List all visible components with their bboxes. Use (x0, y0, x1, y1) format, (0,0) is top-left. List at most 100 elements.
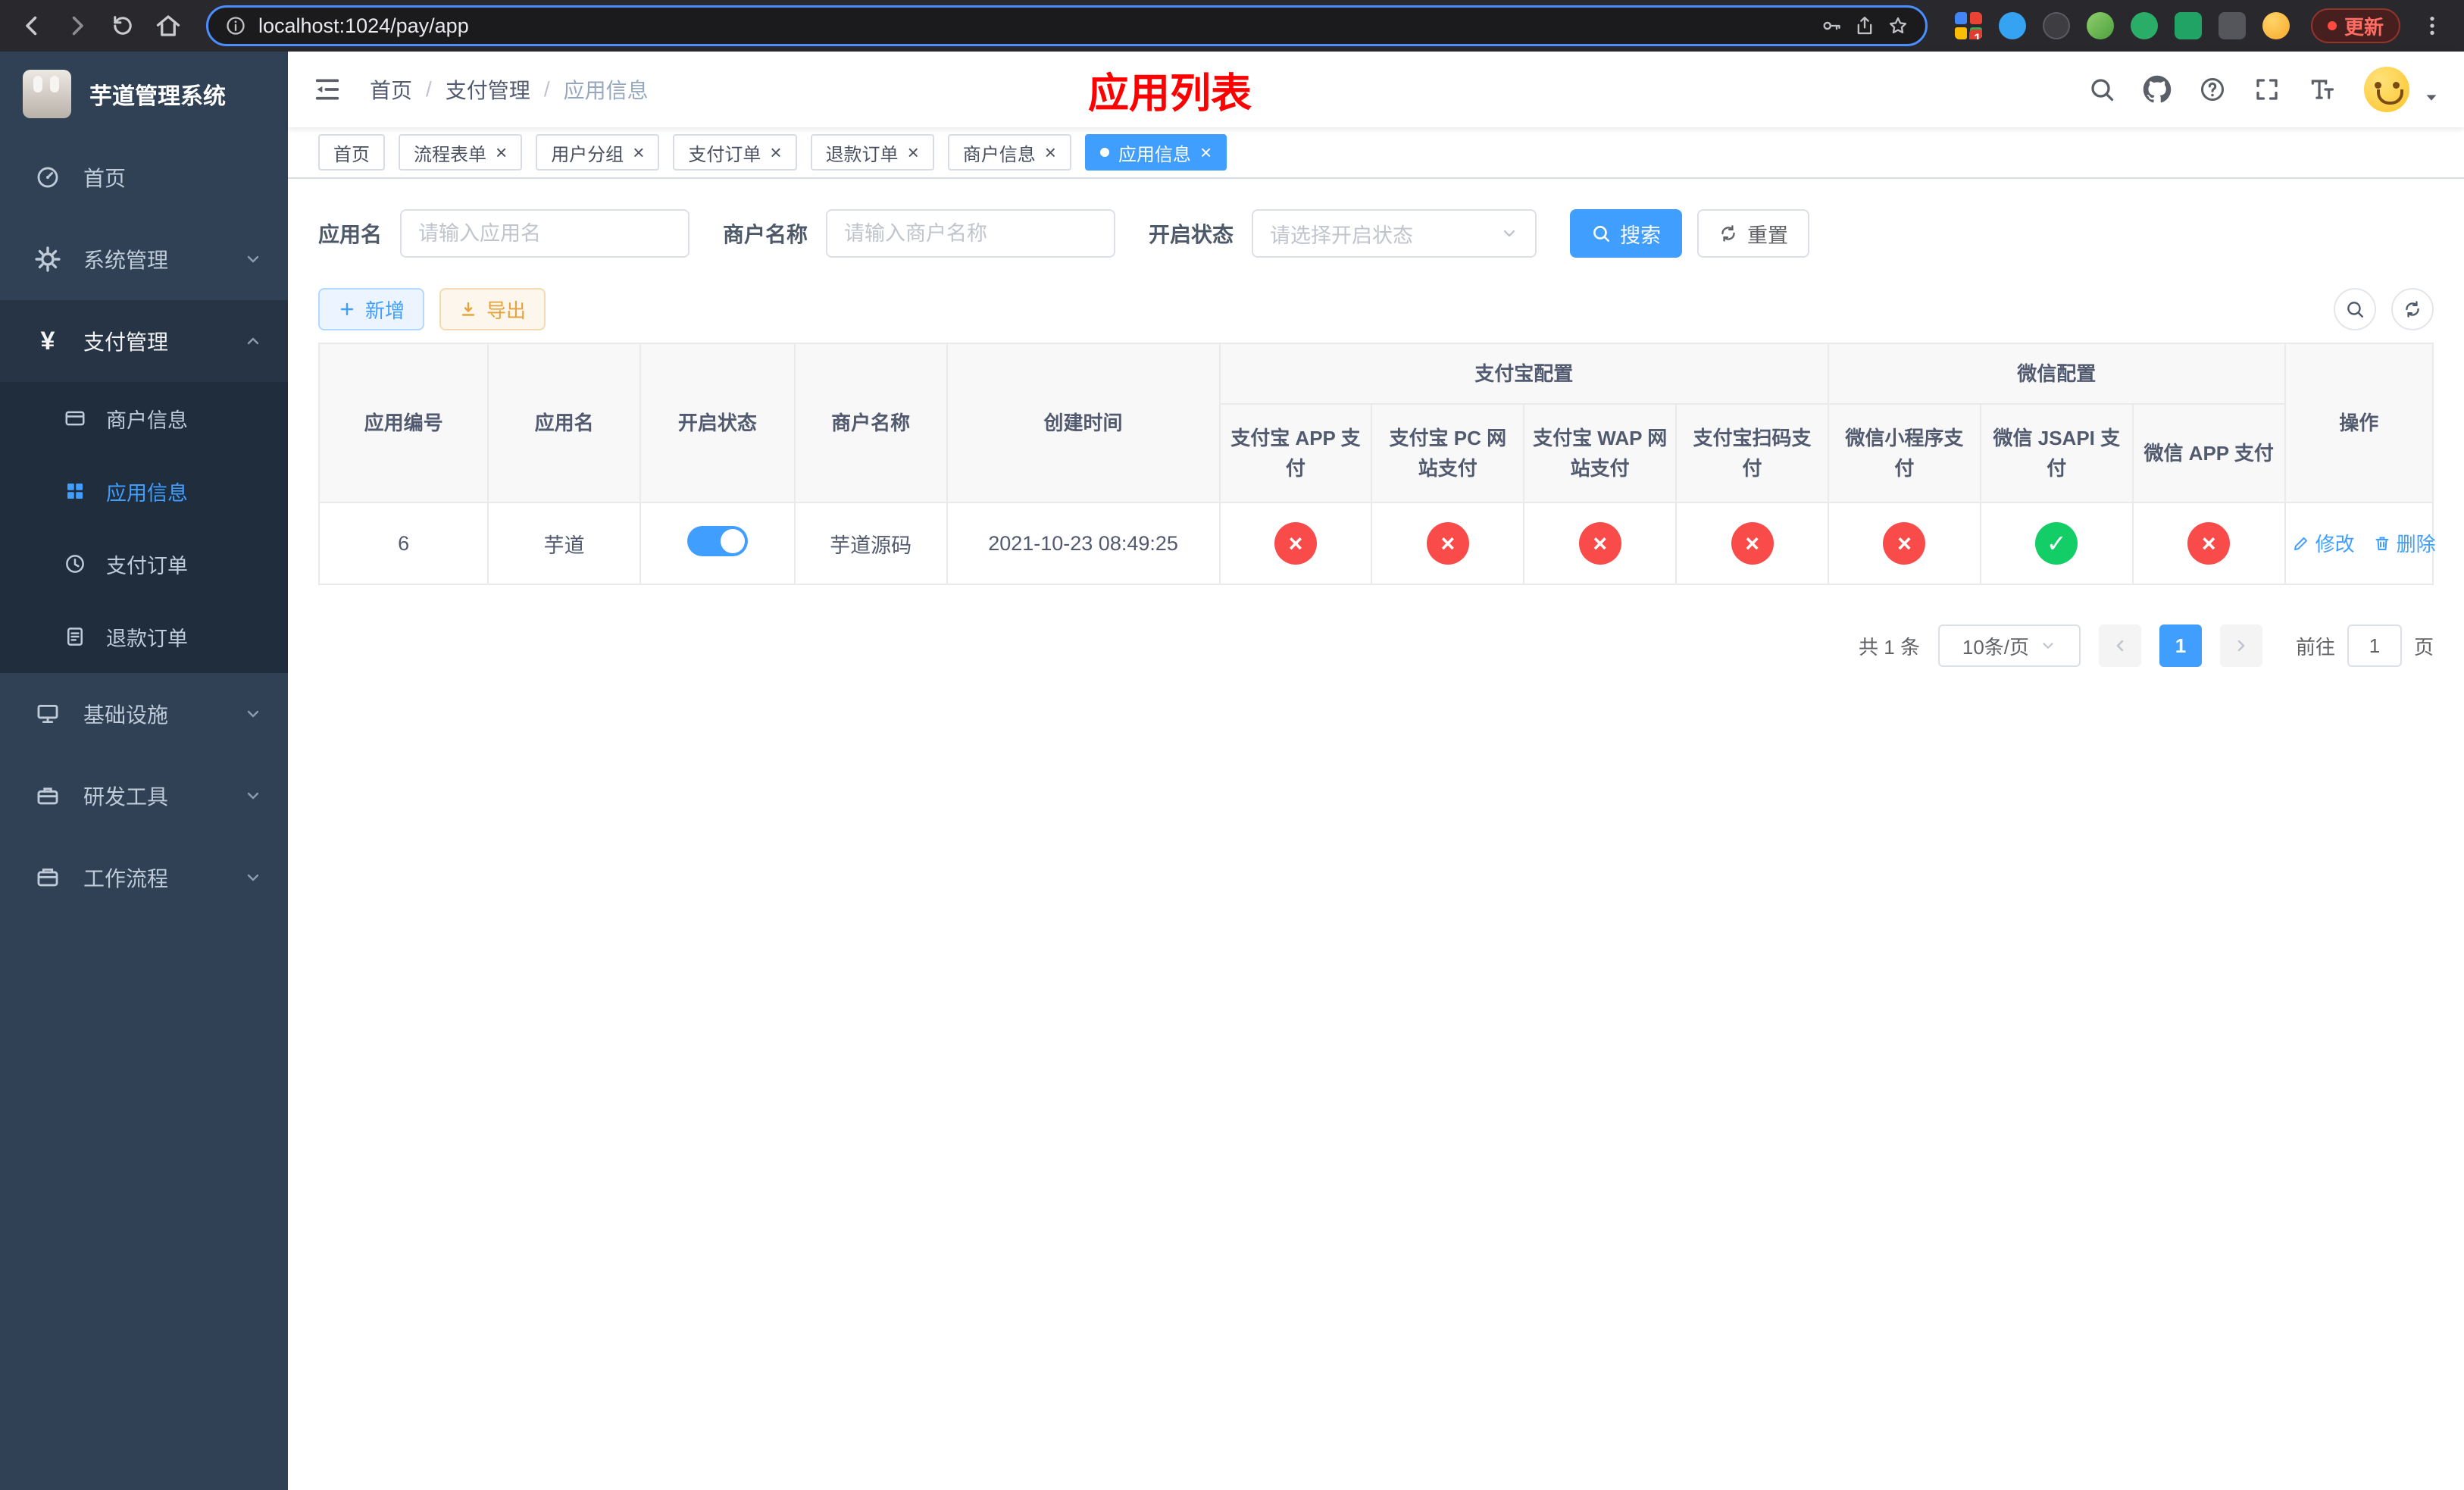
pagination: 共 1 条 10条/页 1 前往 页 (318, 624, 2434, 667)
tab-refund-order[interactable]: 退款订单 × (810, 134, 934, 171)
reset-button[interactable]: 重置 (1697, 209, 1810, 258)
font-size-icon[interactable] (2308, 75, 2337, 104)
home-icon (156, 15, 180, 36)
fullscreen-icon[interactable] (2253, 76, 2281, 103)
tab-process-form[interactable]: 流程表单 × (399, 134, 523, 171)
alipay-wap-status-icon: × (1578, 522, 1621, 565)
next-page-button[interactable] (2219, 624, 2262, 667)
emoji-extension-icon[interactable] (2262, 12, 2290, 39)
sidebar-item-label: 退款订单 (106, 627, 188, 650)
sidebar-item-app-info[interactable]: 应用信息 (0, 455, 288, 527)
sidebar-item-label: 研发工具 (83, 785, 169, 809)
sidebar-item-infrastructure[interactable]: 基础设施 (0, 673, 288, 755)
sidebar-toggle-button[interactable] (312, 74, 342, 105)
sidebar-item-label: 支付管理 (83, 330, 169, 354)
search-icon[interactable] (2088, 76, 2115, 103)
logo-image (23, 70, 71, 118)
sidebar-item-payment-order[interactable]: 支付订单 (0, 527, 288, 600)
tab-user-group[interactable]: 用户分组 × (536, 134, 660, 171)
app-table: 应用编号 应用名 开启状态 商户名称 创建时间 支付宝配置 微信配置 操作 支付… (317, 343, 2436, 585)
green-square-extension-icon[interactable] (2174, 12, 2202, 39)
active-dot-icon (1099, 148, 1109, 157)
sidebar-item-refund-order[interactable]: 退款订单 (0, 600, 288, 673)
payment-submenu: 商户信息 应用信息 支付订单 退款订单 (0, 382, 288, 673)
close-icon[interactable]: × (908, 142, 919, 162)
trash-icon (2375, 537, 2389, 550)
export-button[interactable]: 导出 (439, 288, 546, 330)
github-icon[interactable] (2143, 75, 2172, 104)
sidebar-item-merchant-info[interactable]: 商户信息 (0, 382, 288, 455)
toggle-search-button[interactable] (2334, 288, 2376, 330)
browser-reload-button[interactable] (103, 6, 142, 45)
current-page-button[interactable]: 1 (2159, 624, 2202, 667)
page-info-icon[interactable] (225, 15, 246, 36)
browser-forward-button[interactable] (58, 6, 97, 45)
reset-button-label: 重置 (1747, 224, 1789, 247)
close-icon[interactable]: × (633, 142, 644, 162)
breadcrumb-payment[interactable]: 支付管理 (446, 74, 530, 105)
sub-header-wechat-mini: 微信小程序支付 (1828, 403, 1981, 503)
clock-circle-icon (62, 552, 88, 575)
app-name-input[interactable] (400, 209, 690, 258)
page-size-select[interactable]: 10条/页 (1937, 624, 2081, 667)
browser-update-button[interactable]: 更新 (2310, 8, 2400, 43)
puzzle-extension-icon[interactable] (2218, 12, 2246, 39)
share-icon[interactable] (1854, 15, 1875, 36)
search-button[interactable]: 搜索 (1570, 209, 1683, 258)
sidebar-item-workflow[interactable]: 工作流程 (0, 837, 288, 919)
reload-icon (114, 16, 132, 35)
col-header-id: 应用编号 (317, 343, 489, 503)
close-icon[interactable]: × (496, 142, 507, 162)
browser-back-button[interactable] (12, 6, 52, 45)
tab-merchant-info[interactable]: 商户信息 × (947, 134, 1071, 171)
edit-label: 修改 (2315, 533, 2355, 556)
add-button[interactable]: 新增 (318, 288, 425, 330)
prev-page-button[interactable] (2098, 624, 2141, 667)
goto-prefix: 前往 (2295, 635, 2335, 659)
status-select[interactable]: 请选择开启状态 (1252, 209, 1537, 258)
close-icon[interactable]: × (1045, 142, 1056, 162)
refresh-icon (2406, 301, 2419, 318)
dark-extension-icon[interactable] (2042, 12, 2070, 39)
yen-icon: ¥ (40, 327, 55, 355)
close-icon[interactable]: × (770, 142, 781, 162)
tab-app-info[interactable]: 应用信息 × (1084, 134, 1227, 171)
app-frame: 芋道管理系统 首页 系统管理 ¥ 支付管理 商户信息 应用信息 支付订单 退款订… (0, 52, 2464, 1490)
password-key-icon[interactable] (1821, 15, 1842, 36)
col-header-status: 开启状态 (639, 343, 796, 503)
col-header-name: 应用名 (487, 343, 642, 503)
help-icon[interactable] (2199, 76, 2226, 103)
sidebar-item-system[interactable]: 系统管理 (0, 218, 288, 300)
avatar-caret-icon[interactable] (2423, 89, 2440, 106)
sidebar-item-payment[interactable]: ¥ 支付管理 (0, 300, 288, 382)
sidebar-item-dev-tools[interactable]: 研发工具 (0, 755, 288, 837)
extensions-grid-icon[interactable]: 10 (1954, 12, 1982, 39)
sidebar-item-home[interactable]: 首页 (0, 136, 288, 218)
page-title: 应用列表 (1088, 70, 1252, 117)
avatar-extension-icon[interactable] (2086, 12, 2114, 39)
status-toggle[interactable] (686, 525, 748, 556)
tab-home[interactable]: 首页 (318, 134, 385, 171)
chevron-down-icon (244, 250, 262, 268)
breadcrumb-home[interactable]: 首页 (370, 74, 412, 105)
tag-tabs-bar: 首页 流程表单 × 用户分组 × 支付订单 × 退款订单 × 商户信息 × 应用信息 × (288, 127, 2464, 179)
bookmark-star-icon[interactable] (1887, 15, 1909, 36)
browser-home-button[interactable] (149, 6, 188, 45)
refresh-table-button[interactable] (2391, 288, 2434, 330)
user-avatar[interactable] (2364, 67, 2409, 112)
tab-payment-order[interactable]: 支付订单 × (673, 134, 797, 171)
close-icon[interactable]: × (1200, 142, 1212, 162)
goto-page-input[interactable] (2347, 624, 2402, 667)
drop-extension-icon[interactable] (1998, 12, 2026, 39)
address-bar[interactable]: localhost:1024/pay/app (206, 5, 1928, 46)
merchant-name-input[interactable] (826, 209, 1116, 258)
green-circle-extension-icon[interactable] (2130, 12, 2158, 39)
chevron-down-icon (244, 869, 262, 887)
delete-link[interactable]: 删除 (2373, 529, 2436, 557)
edit-link[interactable]: 修改 (2292, 529, 2355, 557)
extension-badge: 10 (1969, 30, 1982, 39)
page-content: 应用名 商户名称 开启状态 请选择开启状态 搜索 (288, 179, 2464, 667)
sidebar-logo[interactable]: 芋道管理系统 (0, 52, 288, 136)
browser-menu-button[interactable] (2412, 6, 2452, 45)
sub-header-alipay-qr: 支付宝扫码支付 (1675, 403, 1829, 503)
